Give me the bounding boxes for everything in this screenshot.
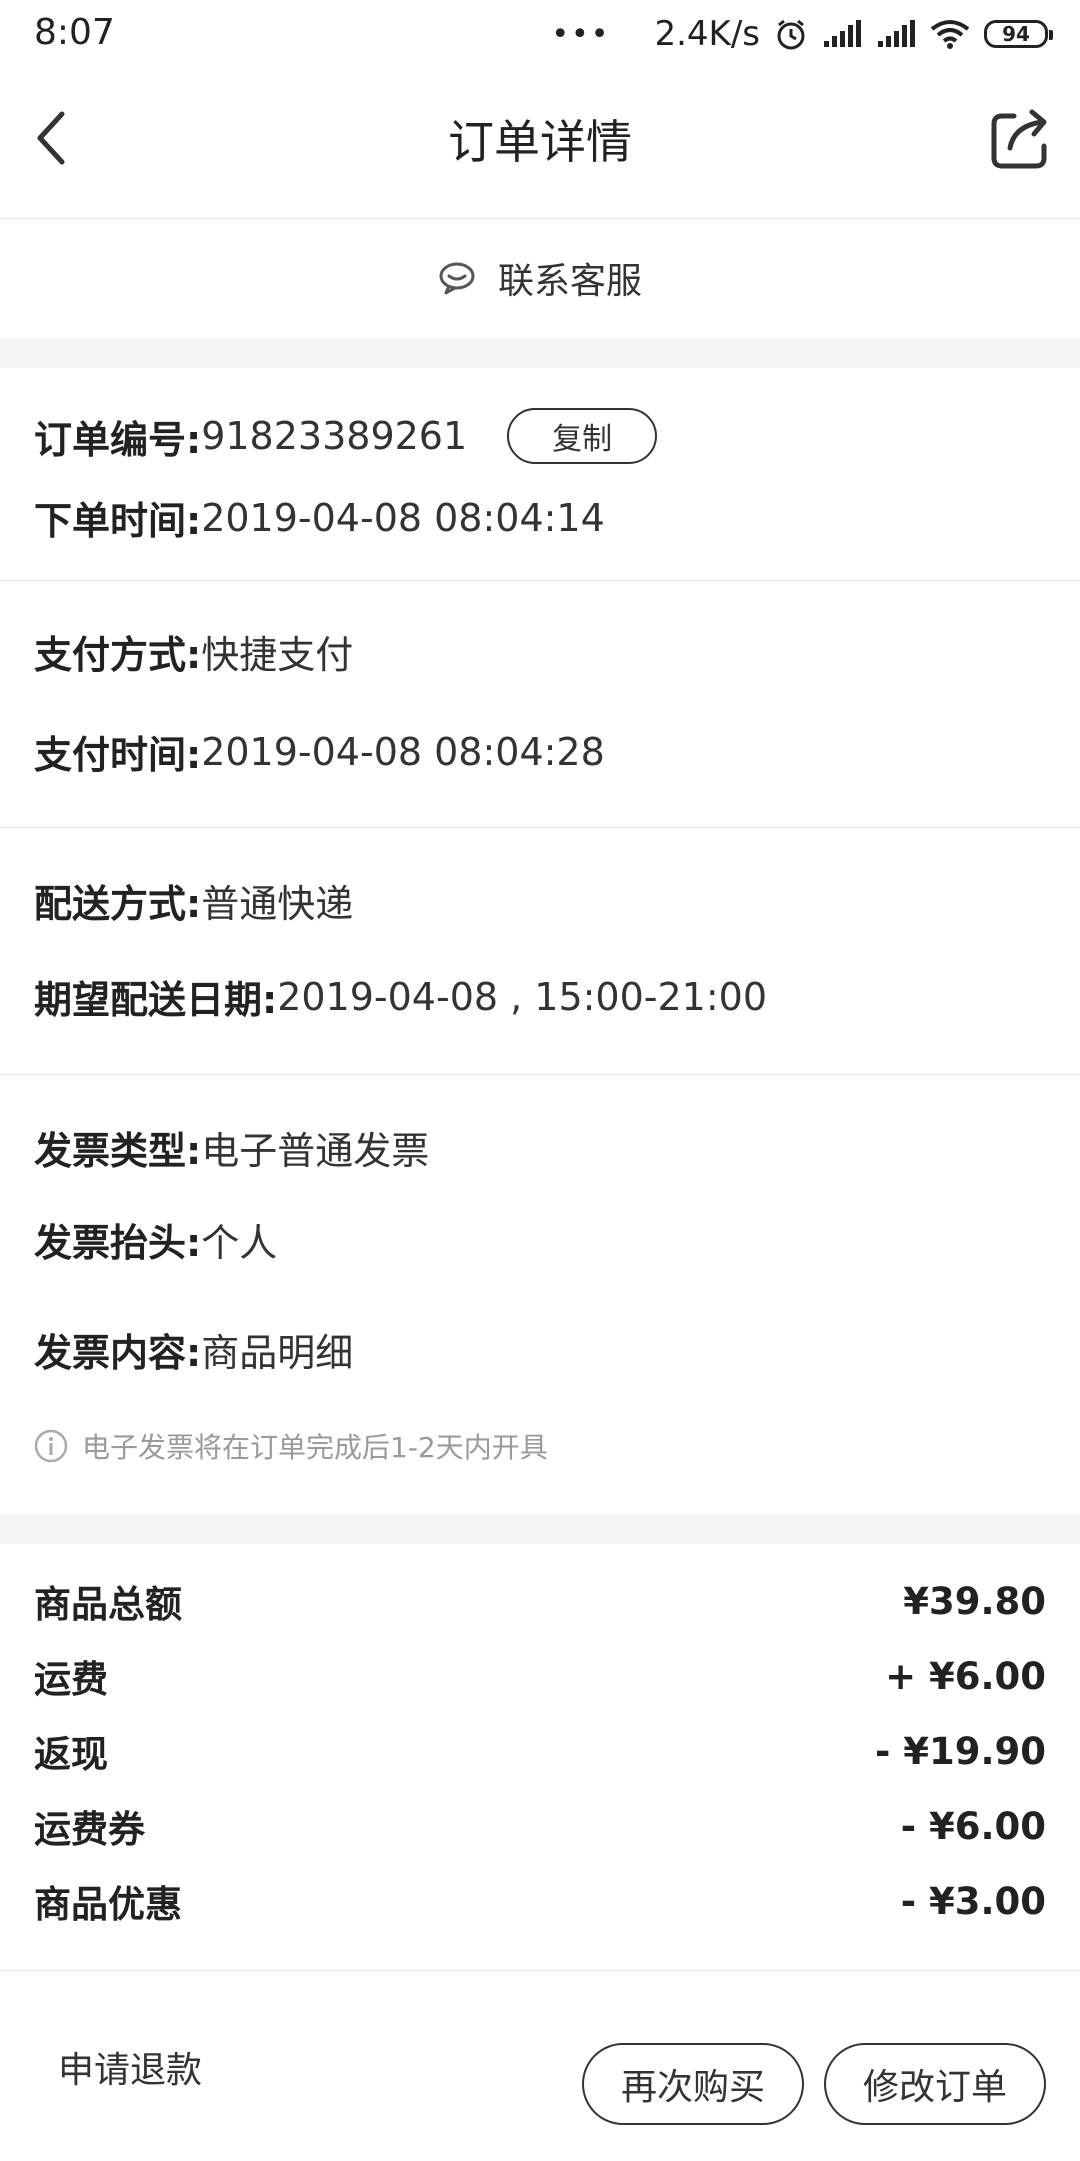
signal-icon [822,19,862,49]
payment-method-row: 支付方式: 快捷支付 [34,624,353,679]
order-number-label: 订单编号: [34,417,202,462]
amount-label: 商品优惠 [34,1883,182,1926]
page-title: 订单详情 [448,115,632,169]
contact-service-label: 联系客服 [497,261,642,302]
wifi-icon [930,19,970,49]
section-divider [0,1514,1080,1544]
payment-time-label: 支付时间: [34,733,202,777]
amount-row-cashback: 返现 - ¥19.90 [34,1724,1046,1778]
delivery-date-label: 期望配送日期: [34,978,278,1022]
payment-method-value: 快捷支付 [201,633,354,677]
status-bar: 8:07 ••• 2.4K/s 94 [0,0,1080,68]
signal-icon [876,19,916,49]
invoice-type-value: 电子普通发票 [201,1129,430,1173]
amount-value: - ¥6.00 [900,1804,1046,1848]
amount-value: ¥39.80 [903,1579,1046,1623]
invoice-type-row: 发票类型: 电子普通发票 [34,1120,429,1175]
order-time-label: 下单时间: [34,499,202,543]
payment-info-section: 支付方式: 快捷支付 支付时间: 2019-04-08 08:04:28 [0,580,1080,828]
invoice-title-value: 个人 [201,1221,278,1265]
invoice-note-text: 电子发票将在订单完成后1-2天内开具 [82,1431,548,1464]
amount-label: 运费券 [34,1808,145,1851]
amount-value: - ¥19.90 [874,1729,1046,1773]
order-time-value: 2019-04-08 08:04:14 [201,495,605,540]
invoice-note: 电子发票将在订单完成后1-2天内开具 [34,1426,548,1466]
battery-icon: 94 [984,20,1053,48]
share-button[interactable] [986,104,1056,174]
amount-row-shipping: 运费 + ¥6.00 [34,1649,1046,1703]
status-icons: ••• 2.4K/s 94 [551,10,1053,58]
status-time: 8:07 [34,12,115,53]
invoice-type-label: 发票类型: [34,1129,202,1173]
amount-value: + ¥6.00 [885,1654,1046,1698]
rebuy-button[interactable]: 再次购买 [582,2043,804,2125]
network-speed: 2.4K/s [654,14,760,54]
invoice-info-section: 发票类型: 电子普通发票 发票抬头: 个人 发票内容: 商品明细 电子发票将在订… [0,1074,1080,1514]
amount-row-shipping-coupon: 运费券 - ¥6.00 [34,1799,1046,1853]
nav-header: 订单详情 [0,68,1080,219]
share-icon [991,109,1047,169]
delivery-method-label: 配送方式: [34,882,202,926]
amount-label: 商品总额 [34,1583,182,1626]
invoice-content-row: 发票内容: 商品明细 [34,1322,353,1377]
delivery-date-value: 2019-04-08 , 15:00-21:00 [277,974,768,1019]
order-number-row: 订单编号: 91823389261 复制 [34,408,658,464]
payment-time-row: 支付时间: 2019-04-08 08:04:28 [34,724,605,779]
amount-row-discount: 商品优惠 - ¥3.00 [34,1874,1046,1928]
delivery-method-row: 配送方式: 普通快递 [34,873,353,928]
info-icon [34,1429,68,1463]
payment-time-value: 2019-04-08 08:04:28 [201,729,605,774]
invoice-content-value: 商品明细 [201,1331,354,1375]
chat-icon [439,262,475,295]
section-divider [0,338,1080,368]
invoice-content-label: 发票内容: [34,1331,202,1375]
status-dots: ••• [551,16,611,52]
invoice-title-row: 发票抬头: 个人 [34,1212,277,1267]
copy-button[interactable]: 复制 [507,408,658,464]
delivery-info-section: 配送方式: 普通快递 期望配送日期: 2019-04-08 , 15:00-21… [0,827,1080,1075]
order-number-value: 91823389261 [201,414,468,458]
order-info-section: 订单编号: 91823389261 复制 下单时间: 2019-04-08 08… [0,368,1080,581]
amount-row-goods-total: 商品总额 ¥39.80 [34,1574,1046,1628]
alarm-icon [774,17,808,51]
refund-button[interactable]: 申请退款 [58,2041,202,2093]
amount-summary-section: 商品总额 ¥39.80 运费 + ¥6.00 返现 - ¥19.90 运费券 -… [0,1544,1080,1970]
delivery-date-row: 期望配送日期: 2019-04-08 , 15:00-21:00 [34,969,767,1024]
payment-method-label: 支付方式: [34,633,202,677]
delivery-method-value: 普通快递 [201,882,354,926]
modify-order-button[interactable]: 修改订单 [824,2043,1046,2125]
amount-label: 返现 [34,1733,108,1776]
bottom-action-bar: 申请退款 再次购买 修改订单 [0,1970,1080,2161]
amount-value: - ¥3.00 [900,1879,1046,1923]
contact-service-button[interactable]: 联系客服 [0,218,1080,338]
invoice-title-label: 发票抬头: [34,1221,202,1265]
order-time-row: 下单时间: 2019-04-08 08:04:14 [34,490,605,545]
amount-label: 运费 [34,1658,108,1701]
